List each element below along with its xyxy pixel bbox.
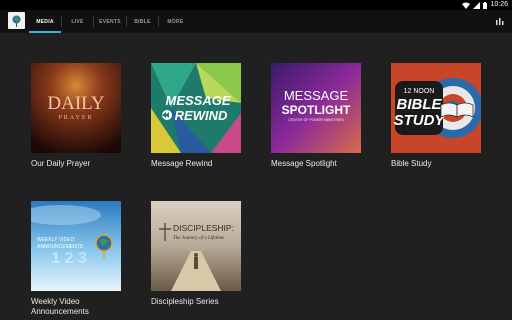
svg-text:The Journey of a Lifetime: The Journey of a Lifetime [173, 236, 225, 241]
tile-caption: Our Daily Prayer [31, 159, 91, 168]
tile-artwork: MESSAGE REWIND [151, 63, 241, 153]
tab-live[interactable]: LIVE [62, 10, 93, 33]
media-tile-bible-study[interactable]: 12 NOON BIBLE STUDY Bible Study [391, 63, 481, 169]
media-tile-weekly-announcements[interactable]: WEEKLY VIDEO ANNOUNCEMENTS 1 2 3 Weekly … [31, 201, 121, 317]
tile-caption: Message Rewind [151, 159, 213, 168]
app-logo[interactable] [8, 12, 25, 29]
daily-prayer-art: DAILY PRAYER [31, 63, 121, 153]
svg-text:MESSAGE: MESSAGE [165, 93, 230, 108]
tile-artwork: WEEKLY VIDEO ANNOUNCEMENTS 1 2 3 [31, 201, 121, 291]
tile-caption: Weekly Video Announcements [31, 297, 89, 316]
status-bar: 10:26 [0, 0, 512, 10]
tile-artwork: DISCIPLESHIP: The Journey of a Lifetime [151, 201, 241, 291]
tile-caption: Bible Study [391, 159, 432, 168]
media-tile-message-spotlight[interactable]: MESSAGE SPOTLIGHT CENTER OF POWER MINIST… [271, 63, 361, 169]
open-book-icon [440, 102, 474, 118]
weekly-announcements-art: WEEKLY VIDEO ANNOUNCEMENTS 1 2 3 [31, 201, 121, 291]
svg-text:CENTER OF POWER MINISTRIES: CENTER OF POWER MINISTRIES [288, 118, 344, 122]
media-tile-message-rewind[interactable]: MESSAGE REWIND Message Rewind [151, 63, 241, 169]
message-spotlight-art: MESSAGE SPOTLIGHT CENTER OF POWER MINIST… [271, 63, 361, 153]
tab-events[interactable]: EVENTS [94, 10, 126, 33]
tile-artwork: DAILY PRAYER [31, 63, 121, 153]
globe-icon [12, 15, 21, 27]
svg-text:REWIND: REWIND [175, 108, 228, 123]
svg-text:PRAYER: PRAYER [58, 115, 93, 121]
svg-text:SPOTLIGHT: SPOTLIGHT [282, 103, 351, 117]
tile-caption: Discipleship Series [151, 297, 219, 306]
svg-text:1 2 3: 1 2 3 [51, 250, 87, 267]
tab-bar: MEDIA LIVE EVENTS BIBLE MORE [29, 10, 192, 33]
media-tile-daily-prayer[interactable]: DAILY PRAYER Our Daily Prayer [31, 63, 121, 169]
media-tile-discipleship-series[interactable]: DISCIPLESHIP: The Journey of a Lifetime … [151, 201, 241, 307]
tile-caption: Message Spotlight [271, 159, 337, 168]
battery-icon [483, 1, 488, 9]
svg-text:DISCIPLESHIP:: DISCIPLESHIP: [173, 223, 234, 233]
status-time: 10:26 [490, 1, 508, 8]
svg-text:MESSAGE: MESSAGE [284, 88, 349, 103]
app-bar: MEDIA LIVE EVENTS BIBLE MORE [0, 10, 512, 33]
tile-artwork: 12 NOON BIBLE STUDY [391, 63, 481, 153]
tab-media[interactable]: MEDIA [29, 10, 61, 33]
svg-text:STUDY: STUDY [394, 112, 447, 129]
svg-text:12 NOON: 12 NOON [404, 88, 435, 95]
tab-bible[interactable]: BIBLE [127, 10, 158, 33]
bar-chart-icon[interactable] [496, 17, 504, 25]
svg-text:WEEKLY VIDEO: WEEKLY VIDEO [37, 237, 74, 243]
tile-artwork: MESSAGE SPOTLIGHT CENTER OF POWER MINIST… [271, 63, 361, 153]
bible-study-art: 12 NOON BIBLE STUDY [391, 63, 481, 153]
signal-icon [473, 1, 481, 9]
discipleship-art: DISCIPLESHIP: The Journey of a Lifetime [151, 201, 241, 291]
message-rewind-art: MESSAGE REWIND [151, 63, 241, 153]
svg-text:DAILY: DAILY [47, 93, 104, 114]
tab-more[interactable]: MORE [159, 10, 192, 33]
walking-figure [194, 253, 198, 269]
svg-text:BIBLE: BIBLE [397, 96, 443, 113]
wifi-icon [462, 1, 471, 9]
